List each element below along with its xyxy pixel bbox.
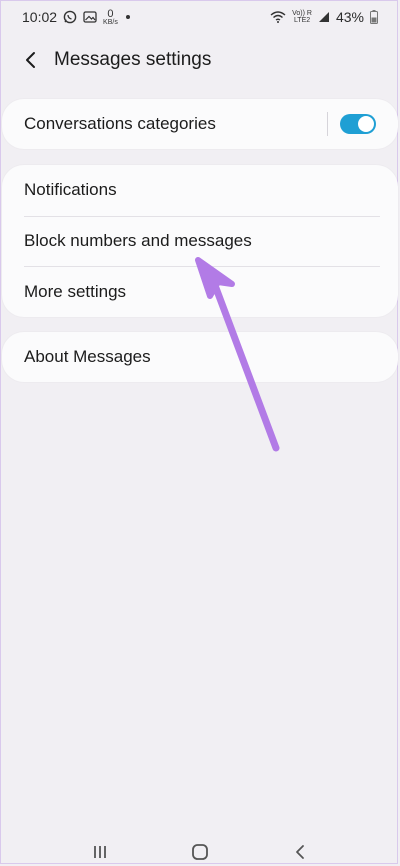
nav-back-button[interactable] <box>280 840 320 864</box>
conversations-categories-toggle[interactable] <box>340 114 376 134</box>
settings-group-2: Notifications Block numbers and messages… <box>2 165 398 317</box>
status-right: Vo)) R LTE2 43% <box>270 9 378 25</box>
back-icon <box>296 845 304 859</box>
header: Messages settings <box>0 40 400 80</box>
about-messages-item[interactable]: About Messages <box>2 332 398 382</box>
back-arrow-icon <box>26 52 35 68</box>
battery-percent: 43% <box>335 9 364 25</box>
navigation-bar <box>0 838 400 866</box>
network-label-top: Vo)) R <box>292 10 312 17</box>
settings-group-3: About Messages <box>2 332 398 382</box>
network-speed-icon: 0 KB/s <box>103 7 118 26</box>
back-button[interactable] <box>18 48 42 72</box>
recent-apps-icon <box>94 846 106 858</box>
conversations-categories-label: Conversations categories <box>24 114 216 133</box>
battery-icon <box>370 10 378 24</box>
notification-dot-icon <box>125 15 130 19</box>
signal-icon <box>318 11 330 23</box>
network-speed-unit: KB/s <box>103 18 118 26</box>
settings-group-1: Conversations categories <box>2 99 398 149</box>
about-messages-label: About Messages <box>24 347 151 366</box>
network-label-bottom: LTE2 <box>293 17 311 24</box>
page-title: Messages settings <box>54 49 212 70</box>
recent-apps-button[interactable] <box>80 840 120 864</box>
notifications-item[interactable]: Notifications <box>2 165 398 216</box>
status-time: 10:02 <box>22 9 58 25</box>
block-numbers-label: Block numbers and messages <box>24 230 252 250</box>
home-icon <box>192 844 208 860</box>
home-button[interactable] <box>180 840 220 864</box>
notifications-label: Notifications <box>24 180 117 200</box>
status-bar: 10:02 0 KB/s Vo)) R LTE2 43% <box>0 0 400 34</box>
toggle-divider <box>327 112 328 136</box>
more-settings-label: More settings <box>24 281 127 301</box>
network-speed-value: 0 <box>107 7 114 20</box>
toggle-knob <box>358 116 374 132</box>
whatsapp-icon <box>63 10 77 24</box>
conversations-categories-item[interactable]: Conversations categories <box>2 99 398 149</box>
status-left: 10:02 0 KB/s <box>22 7 130 26</box>
block-numbers-item[interactable]: Block numbers and messages <box>2 215 398 267</box>
gallery-notification-icon <box>83 11 97 23</box>
wifi-icon <box>270 11 286 23</box>
volte-lte-icon: Vo)) R LTE2 <box>292 10 312 24</box>
more-settings-item[interactable]: More settings <box>2 266 398 317</box>
